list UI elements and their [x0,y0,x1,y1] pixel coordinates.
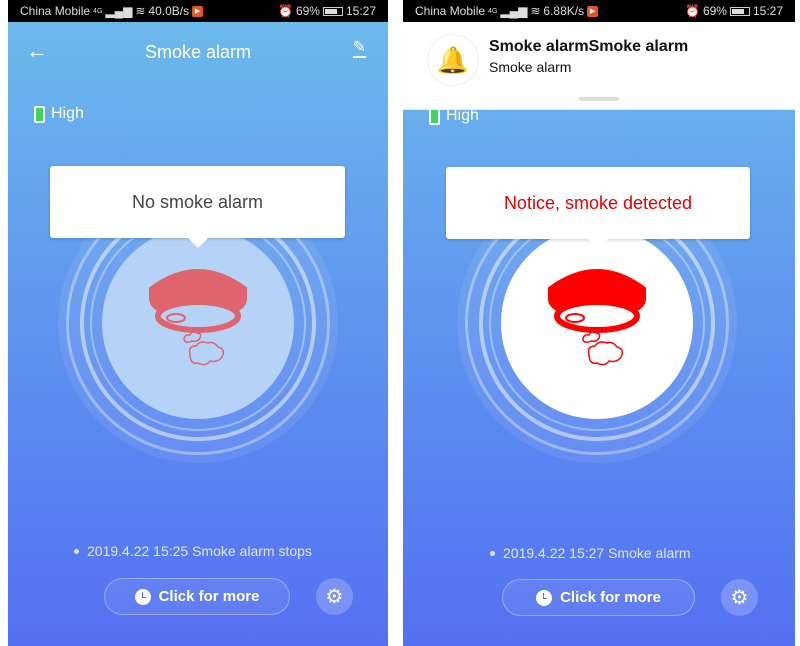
wifi-icon: ≋ [135,4,146,18]
notification-drag-handle[interactable] [579,97,619,101]
alarm-clock-icon: ⏰ [277,4,293,18]
battery-icon [729,6,750,16]
app-notification-icon: ▶ [192,5,204,17]
battery-level-icon [429,107,440,125]
app-notification-icon: ▶ [587,5,599,17]
phone-screen-normal: China Mobile 4G ▂▄▆ ≋ 40.0B/s ▶ ⏰ 69% 15… [8,0,388,646]
clock-icon [134,588,151,605]
notification-title: Smoke alarmSmoke alarm [489,38,689,55]
push-notification[interactable]: 🔔 Smoke alarmSmoke alarm Smoke alarm [403,22,795,110]
settings-gear-icon[interactable]: ⚙ [721,579,758,616]
clock-time: 15:27 [345,4,376,18]
net-speed: 40.0B/s [148,4,190,18]
clock-time: 15:27 [752,4,783,18]
battery-level-label: High [51,105,84,122]
page-title: Smoke alarm [144,42,252,62]
net-speed: 6.88K/s [543,4,585,18]
status-bar: China Mobile 4G ▂▄▆ ≋ 40.0B/s ▶ ⏰ 69% 15… [8,0,388,22]
bell-icon: 🔔 [427,34,479,86]
click-for-more-button[interactable]: Click for more [502,579,695,616]
battery-percent: 69% [295,4,320,18]
battery-level: High [34,105,84,123]
carrier: China Mobile [20,4,91,18]
network-type: 4G [488,7,498,15]
battery-percent: 69% [702,4,727,18]
carrier: China Mobile [415,4,486,18]
notification-body: Smoke alarm [489,59,572,75]
battery-icon [322,6,343,16]
smoke-detector-icon [148,269,248,366]
phone-screen-alarm: China Mobile 4G ▂▄▆ ≋ 6.88K/s ▶ ⏰ 69% 15… [403,0,795,646]
smoke-detector-icon [547,269,647,366]
alarm-clock-icon: ⏰ [684,4,700,18]
wifi-icon: ≋ [530,4,541,18]
more-label: Click for more [560,589,661,606]
status-tooltip: Notice, smoke detected [446,167,750,249]
clock-icon [536,589,553,606]
event-log: 2019.4.22 15:25 Smoke alarm stops [74,543,312,559]
signal-icon: ▂▄▆ [105,4,133,18]
more-label: Click for more [158,588,260,605]
status-bar: China Mobile 4G ▂▄▆ ≋ 6.88K/s ▶ ⏰ 69% 15… [403,0,795,22]
settings-gear-icon[interactable]: ⚙ [316,578,353,615]
click-for-more-button[interactable]: Click for more [104,578,290,615]
network-type: 4G [93,7,103,15]
battery-level-icon [34,105,45,123]
signal-icon: ▂▄▆ [500,4,528,18]
event-log: 2019.4.22 15:27 Smoke alarm [490,545,691,561]
status-tooltip: No smoke alarm [50,166,345,248]
edit-pencil-icon[interactable]: ✎ [352,40,366,58]
